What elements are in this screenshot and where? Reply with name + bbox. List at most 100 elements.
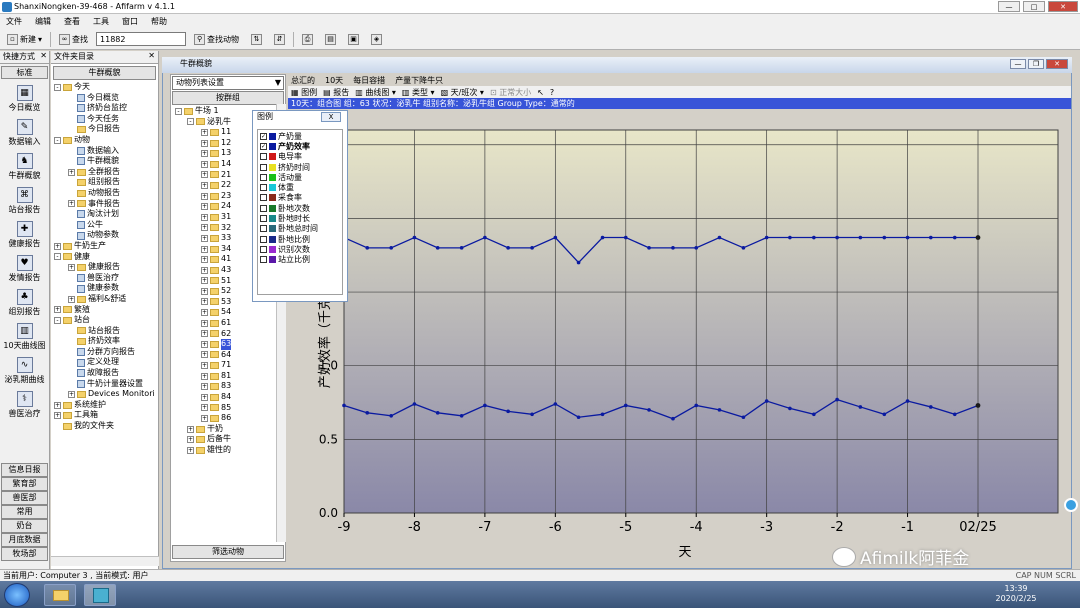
legend-item[interactable]: 卧地次数 (260, 203, 340, 213)
expand-icon[interactable]: + (201, 393, 208, 401)
animal-tree-item[interactable]: + 干奶 (173, 424, 285, 435)
bottom-button-common[interactable]: 常用 (1, 505, 48, 519)
legend-checkbox[interactable] (260, 245, 267, 253)
legend-checkbox[interactable] (260, 173, 267, 181)
folder-tree-item[interactable]: + 福利&舒适 (51, 294, 158, 305)
print-button[interactable]: ⎙ (298, 32, 317, 47)
folder-tree-item[interactable]: - 健康 (51, 252, 158, 263)
legend-item[interactable]: 活动量 (260, 172, 340, 182)
help-icon[interactable]: ? (550, 88, 554, 97)
folder-tree-item[interactable]: 挤奶台监控 (51, 103, 158, 114)
shortcut-data-input[interactable]: ✎ 数据输入 (0, 119, 49, 147)
folder-tree-item[interactable]: - 动物 (51, 135, 158, 146)
menu-help[interactable]: 帮助 (151, 16, 167, 27)
legend-checkbox[interactable]: ✓ (260, 132, 267, 140)
legend-checkbox[interactable] (260, 235, 267, 243)
by-group-button[interactable]: 按群组 (172, 91, 284, 105)
day-shift-tool-button[interactable]: ▧ 天/班次 ▾ (441, 87, 484, 98)
folder-tree-item[interactable]: 今天任务 (51, 114, 158, 125)
animal-tree-item[interactable]: +85 (173, 403, 285, 414)
shortcut-tab-standard[interactable]: 标准 (1, 66, 48, 79)
animal-tree-item[interactable]: +61 (173, 318, 285, 329)
legend-item[interactable]: 卧地总时间 (260, 224, 340, 234)
expand-icon[interactable]: + (201, 203, 208, 211)
filter-animals-button[interactable]: 筛选动物 (172, 545, 284, 559)
legend-item[interactable]: 站立比例 (260, 255, 340, 265)
shortcut-herd-overview[interactable]: ♞ 牛群概貌 (0, 153, 49, 181)
legend-checkbox[interactable] (260, 225, 267, 233)
animal-tree-item[interactable]: +84 (173, 392, 285, 403)
legend-checkbox[interactable] (260, 256, 267, 264)
shortcut-10day-chart[interactable]: ▥ 10天曲线图 (0, 323, 49, 351)
collapse-icon[interactable]: - (54, 316, 61, 324)
animal-tree-item[interactable]: +54 (173, 307, 285, 318)
menu-view[interactable]: 查看 (64, 16, 80, 27)
legend-item[interactable]: ✓ 产奶量 (260, 131, 340, 141)
minimize-button[interactable]: — (998, 1, 1020, 12)
expand-icon[interactable]: + (187, 446, 194, 454)
new-button[interactable]: ▫ 新建 ▾ (3, 32, 46, 47)
legend-checkbox[interactable] (260, 163, 267, 171)
legend-item[interactable]: 体重 (260, 182, 340, 192)
maximize-button[interactable]: □ (1023, 1, 1045, 12)
legend-checkbox[interactable] (260, 184, 267, 192)
folder-tree-item[interactable]: 动物参数 (51, 230, 158, 241)
folder-tree-item[interactable]: 分群方向报告 (51, 347, 158, 358)
filter-button[interactable]: ⇵ (270, 32, 289, 47)
expand-icon[interactable]: + (201, 415, 208, 423)
find-button[interactable]: ∞ 查找 (55, 32, 92, 47)
folder-tree-item[interactable]: 牛奶计量器设置 (51, 379, 158, 390)
shortcut-health-report[interactable]: ✚ 健康报告 (0, 221, 49, 249)
animal-tree-item[interactable]: +86 (173, 413, 285, 424)
folder-tree-item[interactable]: 兽医治疗 (51, 273, 158, 284)
legend-checkbox[interactable] (260, 194, 267, 202)
folder-tree-item[interactable]: 公牛 (51, 220, 158, 231)
animal-tree-item[interactable]: +62 (173, 328, 285, 339)
expand-icon[interactable]: + (201, 160, 208, 168)
folder-tree-item[interactable]: 组别报告 (51, 177, 158, 188)
folder-tree-item[interactable]: 动物报告 (51, 188, 158, 199)
tool-button-2[interactable]: ▣ (344, 32, 363, 47)
animal-tree-item[interactable]: +81 (173, 371, 285, 382)
folder-tree-item[interactable]: + Devices Monitori (51, 389, 158, 400)
animal-tree-item[interactable]: + 雄性的 (173, 445, 285, 456)
expand-icon[interactable]: + (201, 372, 208, 380)
bottom-button-daily[interactable]: 信息日报 (1, 463, 48, 477)
inner-minimize-button[interactable]: — (1010, 59, 1026, 69)
folder-tree-item[interactable]: + 牛奶生产 (51, 241, 158, 252)
inner-close-button[interactable]: ✕ (1046, 59, 1068, 69)
expand-icon[interactable]: + (201, 181, 208, 189)
folder-tree-item[interactable]: 数据输入 (51, 146, 158, 157)
tab-yield-drop[interactable]: 产量下降牛只 (395, 75, 443, 86)
folder-tree-item[interactable]: 定义处理 (51, 357, 158, 368)
shortcut-heat-report[interactable]: ♥ 发情报告 (0, 255, 49, 283)
collapse-icon[interactable]: - (54, 83, 61, 91)
collapse-icon[interactable]: - (187, 118, 194, 126)
shortcut-station-report[interactable]: ⌘ 站台报告 (0, 187, 49, 215)
sort-button[interactable]: ⇅ (247, 32, 266, 47)
folder-horizontal-scrollbar[interactable] (51, 556, 159, 566)
herd-overview-button[interactable]: 牛群概貌 (53, 66, 156, 80)
animal-tree-item[interactable]: +64 (173, 350, 285, 361)
legend-item[interactable]: 电导率 (260, 152, 340, 162)
legend-item[interactable]: 采食率 (260, 193, 340, 203)
expand-icon[interactable]: + (201, 309, 208, 317)
folder-tree-item[interactable]: 牛群概貌 (51, 156, 158, 167)
folder-tree-item[interactable]: + 事件报告 (51, 199, 158, 210)
folder-tree-item[interactable]: - 站台 (51, 315, 158, 326)
folder-tree-item[interactable]: + 工具箱 (51, 410, 158, 421)
close-icon[interactable]: ✕ (148, 51, 155, 60)
collapse-icon[interactable]: - (54, 253, 61, 261)
expand-icon[interactable]: + (201, 150, 208, 158)
expand-icon[interactable]: + (201, 362, 208, 370)
type-tool-button[interactable]: ▥ 类型 ▾ (402, 87, 435, 98)
expand-icon[interactable]: + (54, 306, 61, 314)
folder-tree-item[interactable]: 我的文件夹 (51, 421, 158, 432)
expand-icon[interactable]: + (54, 242, 61, 250)
close-icon[interactable]: ✕ (40, 51, 47, 60)
expand-icon[interactable]: + (201, 256, 208, 264)
legend-checkbox[interactable] (260, 204, 267, 212)
expand-icon[interactable]: + (201, 277, 208, 285)
expand-icon[interactable]: + (201, 298, 208, 306)
folder-tree-item[interactable]: 今日概览 (51, 93, 158, 104)
